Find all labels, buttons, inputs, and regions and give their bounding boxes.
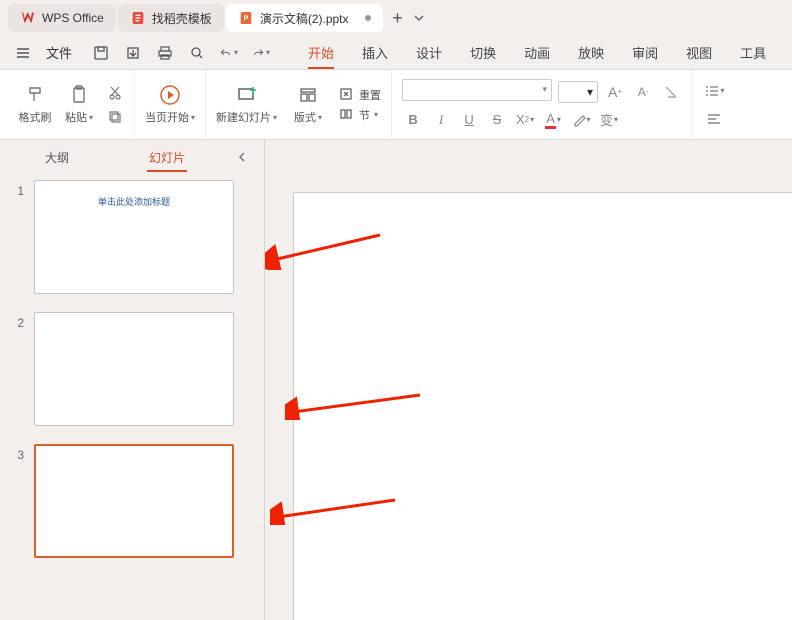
reset-icon (339, 87, 355, 103)
title-tab-bar: WPS Office 找稻壳模板 P 演示文稿(2).pptx + (0, 0, 792, 36)
font-size-select[interactable]: ▾ (558, 81, 598, 103)
tab-templates[interactable]: 找稻壳模板 (118, 4, 224, 32)
paste-button[interactable]: 粘贴▾ (62, 84, 96, 125)
tab-document[interactable]: P 演示文稿(2).pptx (226, 4, 383, 32)
tab-design[interactable]: 设计 (402, 37, 456, 68)
bold-button[interactable]: B (402, 109, 424, 131)
slide-thumbnail-3[interactable] (34, 444, 234, 558)
italic-button[interactable]: I (430, 109, 452, 131)
tab-tools[interactable]: 工具 (726, 37, 780, 68)
clipboard-small-buttons (106, 84, 124, 126)
print-preview-icon[interactable] (188, 44, 206, 62)
slides-tab[interactable]: 幻灯片 (147, 145, 187, 170)
slide-canvas-area (265, 140, 792, 620)
thumbnail-number: 1 (10, 180, 34, 198)
tab-document-label: 演示文稿(2).pptx (260, 10, 349, 27)
slide-panel: 大纲 幻灯片 1 单击此处添加标题 2 3 (0, 140, 265, 620)
thumbnail-row: 1 单击此处添加标题 (10, 180, 254, 294)
format-painter-icon (24, 84, 46, 106)
new-slide-icon (236, 84, 258, 106)
section-icon (339, 107, 355, 123)
tab-app-label: WPS Office (42, 11, 104, 25)
font-family-select[interactable]: ▾ (402, 79, 552, 101)
ribbon-tabs: 开始 插入 设计 切换 动画 放映 审阅 视图 工具 (294, 37, 780, 68)
main-area: 大纲 幻灯片 1 单击此处添加标题 2 3 (0, 140, 792, 620)
save-icon[interactable] (92, 44, 110, 62)
subscript-button[interactable]: X2▾ (514, 109, 536, 131)
slide-thumbnail-1[interactable]: 单击此处添加标题 (34, 180, 234, 294)
menu-icon[interactable] (14, 44, 32, 62)
tab-transition[interactable]: 切换 (456, 37, 510, 68)
tab-animation[interactable]: 动画 (510, 37, 564, 68)
redo-button[interactable]: ▾ (252, 44, 270, 62)
tab-start[interactable]: 开始 (294, 37, 348, 68)
ribbon-toolbar: 格式刷 粘贴▾ 当页开始▾ 新建幻灯片▾ 版式▾ 重置 (0, 70, 792, 140)
ribbon-slideshow-group: 当页开始▾ (135, 70, 206, 139)
tab-list-dropdown[interactable] (411, 5, 427, 31)
tab-view[interactable]: 视图 (672, 37, 726, 68)
undo-button[interactable]: ▾ (220, 44, 238, 62)
align-button[interactable] (703, 108, 725, 130)
ribbon-clipboard-group: 格式刷 粘贴▾ (8, 70, 135, 139)
clear-format-icon[interactable] (660, 81, 682, 103)
bullets-button[interactable]: ▾ (703, 80, 725, 102)
file-menu[interactable]: 文件 (46, 43, 72, 62)
wps-logo-icon (20, 10, 36, 26)
slide-canvas[interactable] (293, 192, 792, 620)
tab-templates-label: 找稻壳模板 (152, 10, 212, 27)
section-button[interactable]: 节 ▾ (339, 107, 381, 123)
new-tab-button[interactable]: + (385, 5, 411, 31)
increase-font-icon[interactable]: A+ (604, 81, 626, 103)
from-current-button[interactable]: 当页开始▾ (145, 84, 195, 125)
cut-icon[interactable] (106, 84, 124, 102)
new-slide-button[interactable]: 新建幻灯片▾ (216, 84, 277, 125)
thumbnail-number: 2 (10, 312, 34, 330)
layout-icon (297, 84, 319, 106)
export-icon[interactable] (124, 44, 142, 62)
thumbnail-row: 2 (10, 312, 254, 426)
reset-button[interactable]: 重置 (339, 87, 381, 103)
ribbon-font-group: ▾ ▾ A+ A- B I U S X2▾ A▾ ▾ 变▾ (392, 70, 693, 139)
collapse-panel-icon[interactable] (234, 152, 250, 162)
play-icon (159, 84, 181, 106)
paste-icon (68, 84, 90, 106)
tab-insert[interactable]: 插入 (348, 37, 402, 68)
tab-slideshow[interactable]: 放映 (564, 37, 618, 68)
quick-access-toolbar: 文件 ▾ ▾ (14, 43, 270, 62)
text-effects-button[interactable]: 变▾ (598, 109, 620, 131)
tab-review[interactable]: 审阅 (618, 37, 672, 68)
slide-thumbnail-2[interactable] (34, 312, 234, 426)
thumbnail-number: 3 (10, 444, 34, 462)
highlight-button[interactable]: ▾ (570, 109, 592, 131)
thumbnail-title-placeholder: 单击此处添加标题 (35, 195, 233, 208)
font-color-button[interactable]: A▾ (542, 109, 564, 131)
svg-text:P: P (243, 14, 248, 23)
ribbon-paragraph-group: ▾ (693, 70, 735, 139)
slide-panel-header: 大纲 幻灯片 (0, 140, 264, 174)
thumbnails-list: 1 单击此处添加标题 2 3 (0, 174, 264, 620)
outline-tab[interactable]: 大纲 (43, 145, 71, 170)
format-painter-button[interactable]: 格式刷 (18, 84, 52, 125)
copy-icon[interactable] (106, 108, 124, 126)
underline-button[interactable]: U (458, 109, 480, 131)
tab-app-home[interactable]: WPS Office (8, 4, 116, 32)
thumbnail-row: 3 (10, 444, 254, 558)
docer-icon (130, 10, 146, 26)
ribbon-slides-group: 新建幻灯片▾ 版式▾ 重置 节 ▾ (206, 70, 392, 139)
menu-bar: 文件 ▾ ▾ 开始 插入 设计 切换 动画 放映 审阅 视图 工具 (0, 36, 792, 70)
unsaved-indicator-icon (365, 15, 371, 21)
layout-button[interactable]: 版式▾ (287, 84, 329, 125)
strikethrough-button[interactable]: S (486, 109, 508, 131)
presentation-file-icon: P (238, 10, 254, 26)
decrease-font-icon[interactable]: A- (632, 81, 654, 103)
print-icon[interactable] (156, 44, 174, 62)
